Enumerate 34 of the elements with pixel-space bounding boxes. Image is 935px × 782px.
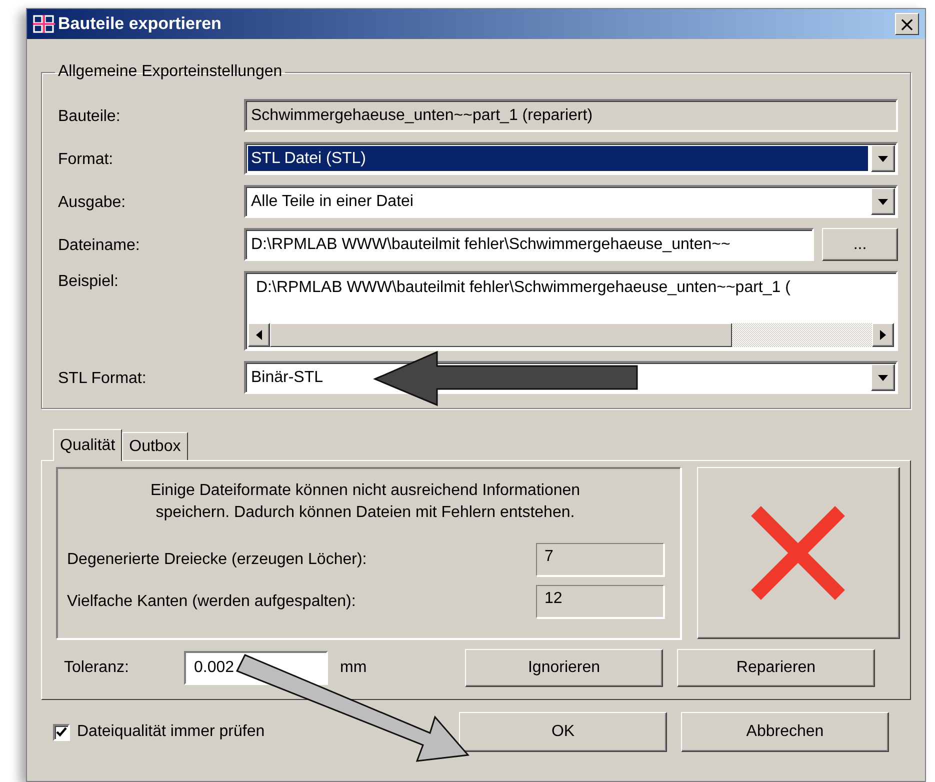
browse-button[interactable]: ... xyxy=(822,228,898,261)
readonly-field: Schwimmergehaeuse_unten~~part_1 (repariert) xyxy=(244,99,898,132)
scroll-left-icon[interactable] xyxy=(256,330,262,340)
count-value: 12 xyxy=(536,585,664,618)
tolerance-label: Toleranz: xyxy=(63,659,130,677)
app-icon xyxy=(33,15,55,33)
count-value: 7 xyxy=(536,543,664,576)
ignore-button[interactable]: Ignorieren xyxy=(465,649,663,687)
horizontal-scrollbar[interactable] xyxy=(248,323,894,347)
field-label: Dateiname: xyxy=(58,236,141,254)
field-label: Bauteile: xyxy=(58,106,122,126)
checkbox-label: Dateiqualität immer prüfen xyxy=(77,723,266,741)
count-label: Degenerierte Dreiecke (erzeugen Löcher): xyxy=(67,550,367,568)
field-label: Ausgabe: xyxy=(58,192,127,212)
scroll-right-icon[interactable] xyxy=(880,330,886,340)
cancel-button[interactable]: Abbrechen xyxy=(681,712,889,752)
warning-message: Einige Dateiformate können nicht ausreichend Informationen speichern. Dadurch können Dateien mit Fehlern entstehen. xyxy=(149,481,582,523)
repair-button[interactable]: Reparieren xyxy=(677,649,875,687)
group-title: Allgemeine Exporteinstellungen xyxy=(57,63,284,81)
ok-button[interactable]: OK xyxy=(459,712,667,752)
field-label: Format: xyxy=(58,150,114,168)
checkbox[interactable] xyxy=(53,724,70,740)
tab[interactable]: Outbox xyxy=(122,432,188,460)
count-label: Vielfache Kanten (werden aufgespalten): xyxy=(67,592,356,610)
tab[interactable]: Qualität xyxy=(53,429,122,461)
dropdown[interactable]: Alle Teile in einer Datei xyxy=(244,185,898,218)
dropdown[interactable]: STL Datei (STL) xyxy=(244,142,898,175)
window-title: Bauteile exportieren xyxy=(58,14,222,34)
input-field[interactable]: D:\RPMLAB WWW\bauteilmit fehler\Schwimmergehaeuse_unten~~ xyxy=(244,228,814,261)
close-button[interactable]: × xyxy=(895,13,919,35)
unit-label: mm xyxy=(340,659,368,677)
field-label: Beispiel: xyxy=(58,272,120,291)
field-label: STL Format: xyxy=(58,368,148,388)
preview-field: D:\RPMLAB WWW\bauteilmit fehler\Schwimmergehaeuse_unten~~part_1 ( xyxy=(244,271,898,351)
